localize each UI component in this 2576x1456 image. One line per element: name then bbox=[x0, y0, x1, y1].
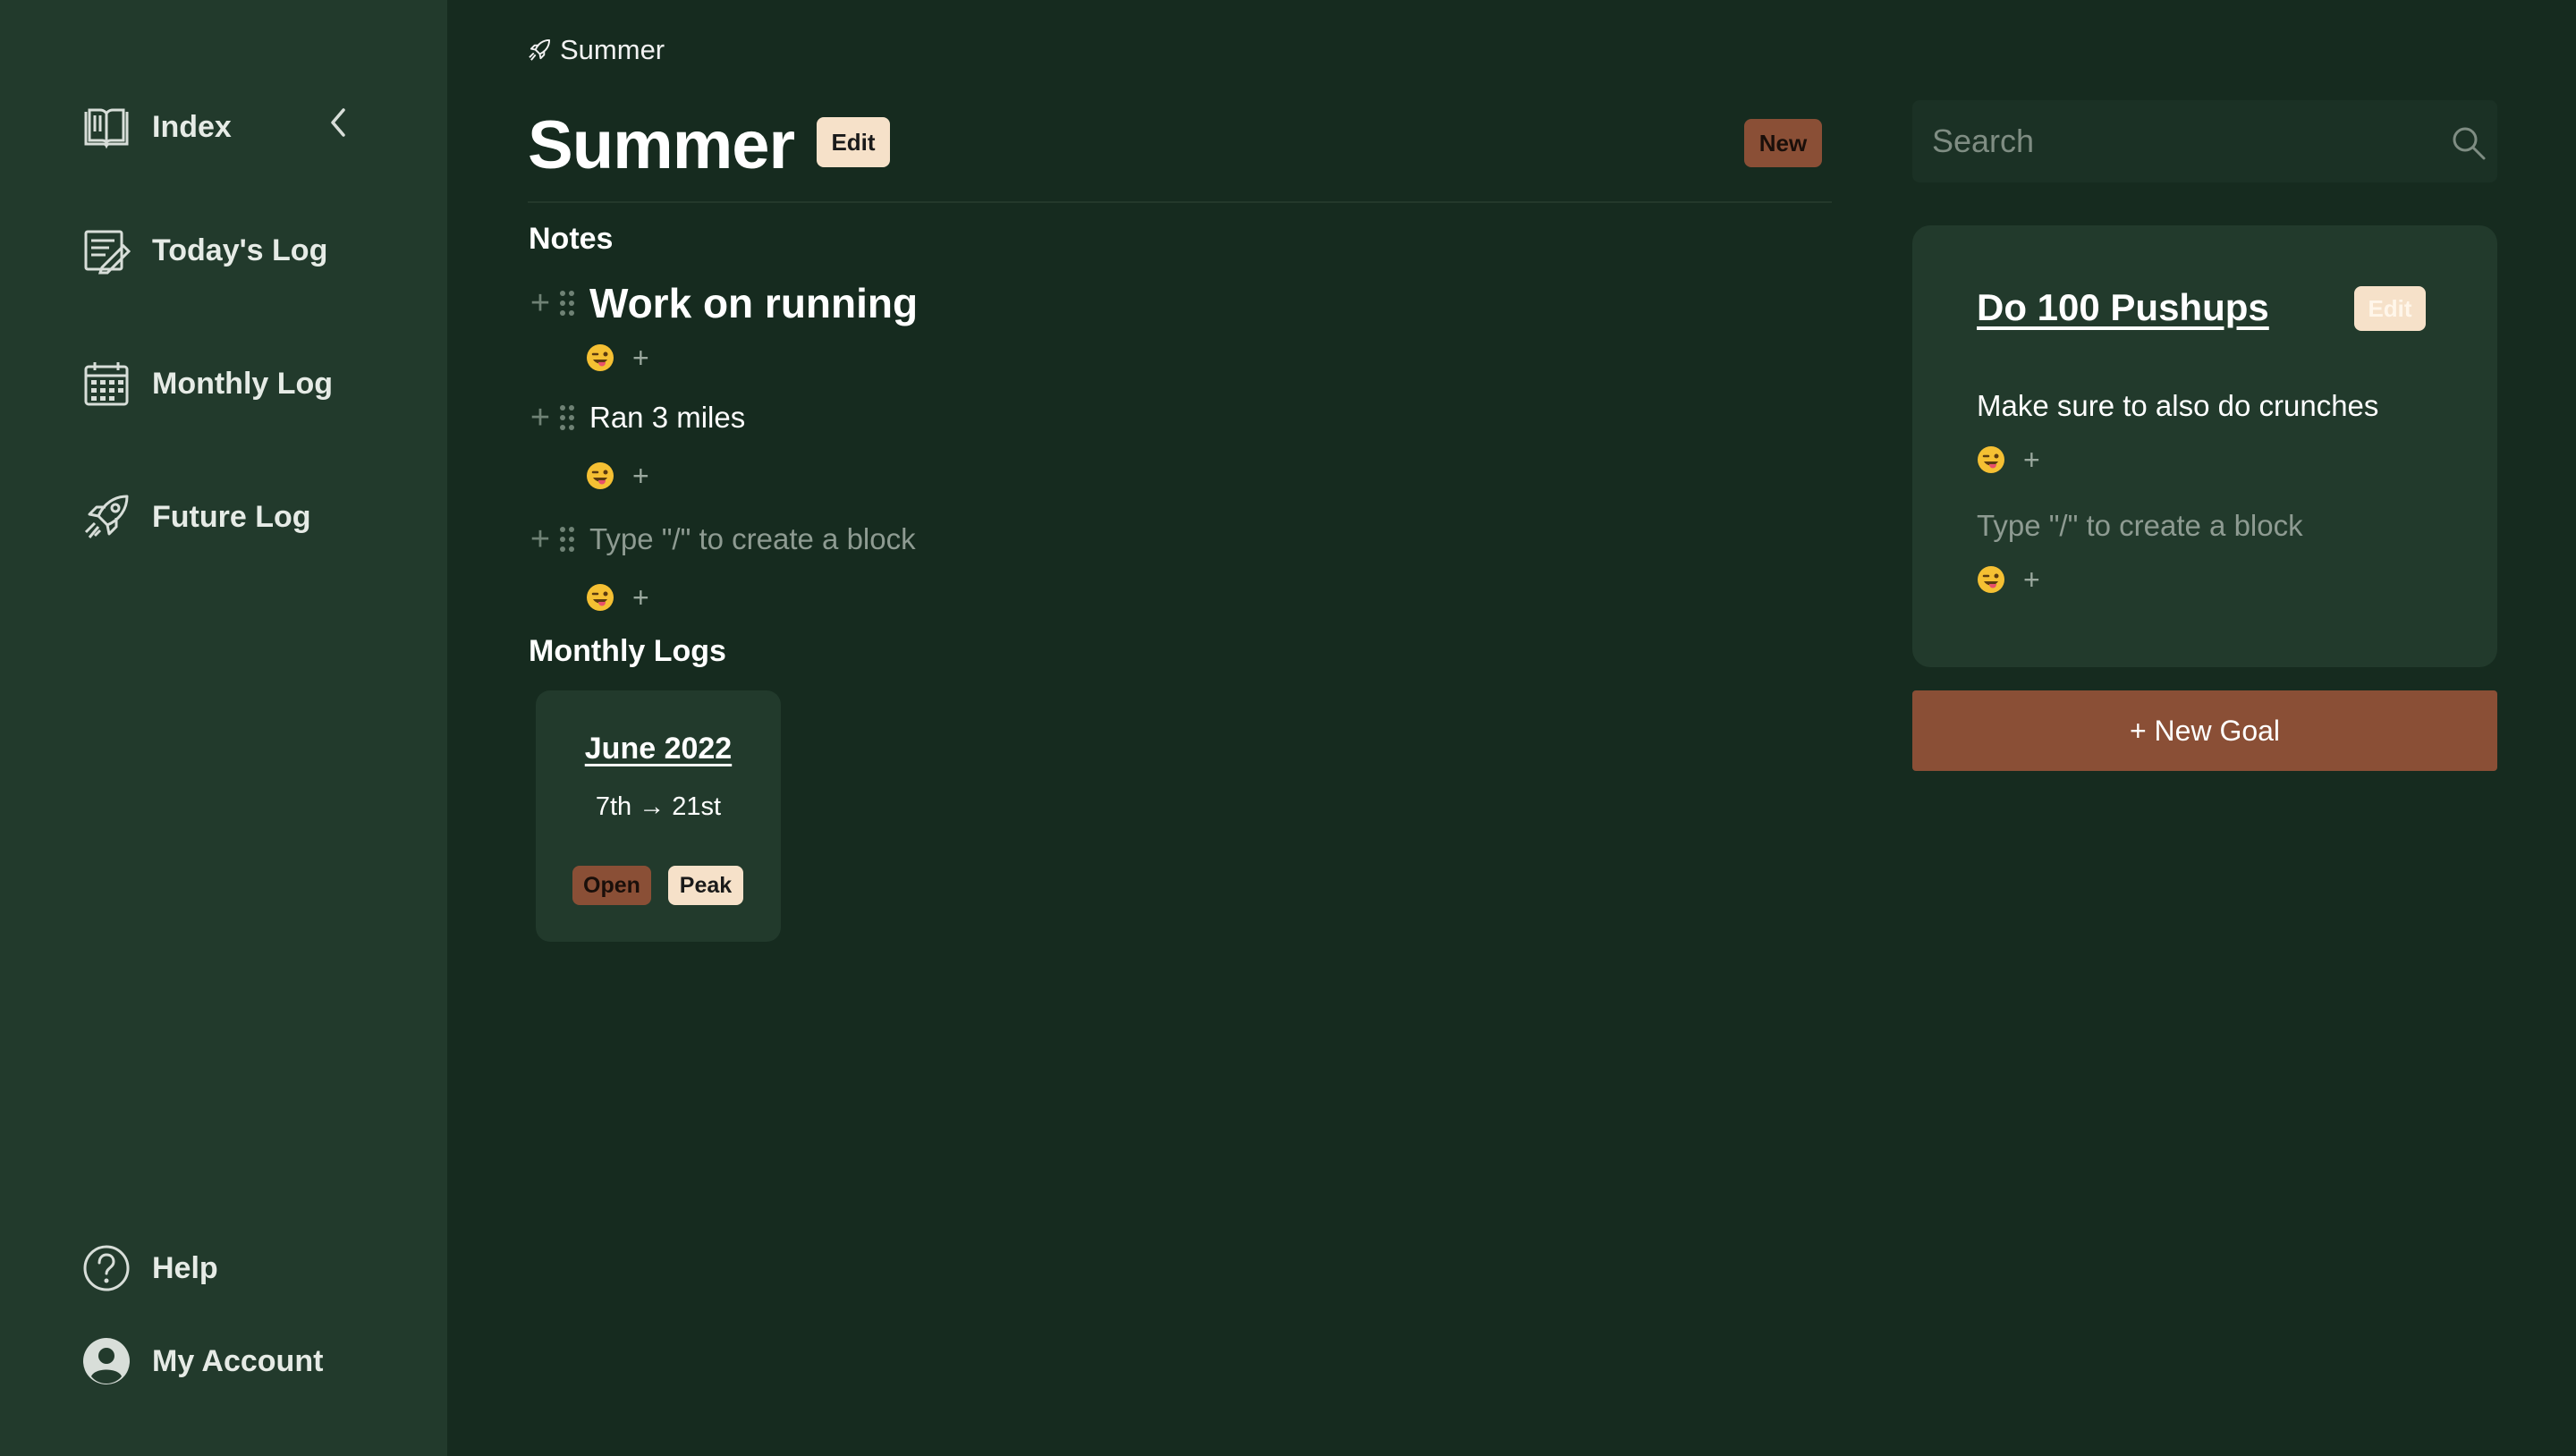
add-block-button[interactable]: + bbox=[527, 286, 554, 320]
peak-button[interactable]: Peak bbox=[668, 866, 743, 905]
sidebar-item-future-log[interactable]: Future Log bbox=[82, 490, 311, 544]
sidebar-item-label: Index bbox=[152, 109, 232, 144]
calendar-icon bbox=[82, 360, 131, 408]
sidebar-item-my-account[interactable]: My Account bbox=[82, 1334, 323, 1388]
breadcrumb-label: Summer bbox=[560, 34, 665, 65]
winking-tongue-emoji-icon[interactable] bbox=[586, 583, 614, 612]
edit-button[interactable]: Edit bbox=[817, 117, 890, 167]
note-block-text[interactable]: Ran 3 miles bbox=[589, 401, 745, 435]
drag-handle-icon[interactable] bbox=[554, 526, 580, 553]
sidebar-item-index[interactable]: Index bbox=[82, 100, 232, 154]
open-button[interactable]: Open bbox=[572, 866, 651, 905]
add-reaction-button[interactable]: + bbox=[632, 461, 649, 490]
monthly-log-date-range: 7th → 21st bbox=[595, 792, 722, 821]
new-goal-button[interactable]: + New Goal bbox=[1912, 690, 2497, 771]
new-button[interactable]: New bbox=[1744, 119, 1822, 167]
title-divider bbox=[528, 201, 1832, 203]
sidebar: Index Today's Log Monthly Log Future Log… bbox=[0, 0, 447, 1456]
user-circle-icon bbox=[82, 1337, 131, 1385]
winking-tongue-emoji-icon[interactable] bbox=[586, 343, 614, 372]
main-content: Summer Summer Edit New Notes + Work on r… bbox=[447, 0, 1834, 1456]
reaction-row: + bbox=[586, 583, 649, 612]
reaction-row: + bbox=[1977, 565, 2040, 594]
goal-block-text[interactable]: Make sure to also do crunches bbox=[1977, 389, 2378, 423]
drag-handle-icon[interactable] bbox=[554, 404, 580, 431]
add-block-button[interactable]: + bbox=[527, 401, 554, 435]
search-box bbox=[1912, 100, 2497, 182]
goal-card: Do 100 Pushups Edit Make sure to also do… bbox=[1912, 225, 2497, 667]
collapse-sidebar-button[interactable] bbox=[322, 105, 354, 140]
winking-tongue-emoji-icon[interactable] bbox=[586, 461, 614, 490]
sidebar-item-label: My Account bbox=[152, 1343, 324, 1378]
chevron-left-icon bbox=[331, 108, 345, 137]
search-icon[interactable] bbox=[2451, 125, 2487, 161]
app-window: Index Today's Log Monthly Log Future Log… bbox=[0, 0, 2576, 1456]
new-block-input[interactable]: Type "/" to create a block bbox=[589, 522, 916, 556]
monthly-logs-heading: Monthly Logs bbox=[529, 634, 726, 668]
new-goal-block-input[interactable]: Type "/" to create a block bbox=[1977, 509, 2303, 543]
add-reaction-button[interactable]: + bbox=[632, 583, 649, 612]
monthly-log-card: June 2022 7th → 21st Open Peak bbox=[536, 690, 781, 942]
sidebar-item-help[interactable]: Help bbox=[82, 1241, 218, 1295]
book-icon bbox=[82, 103, 131, 151]
note-block: + Work on running bbox=[527, 279, 918, 327]
rocket-icon bbox=[529, 38, 551, 61]
winking-tongue-emoji-icon[interactable] bbox=[1977, 565, 2005, 594]
help-circle-icon bbox=[82, 1244, 131, 1292]
monthly-log-title-link[interactable]: June 2022 bbox=[536, 732, 781, 766]
note-block: + Type "/" to create a block bbox=[527, 522, 916, 556]
sidebar-item-label: Future Log bbox=[152, 499, 311, 534]
sidebar-item-label: Today's Log bbox=[152, 233, 328, 267]
add-reaction-button[interactable]: + bbox=[2023, 445, 2040, 474]
sidebar-item-label: Monthly Log bbox=[152, 366, 334, 401]
goal-edit-button[interactable]: Edit bbox=[2354, 286, 2426, 331]
drag-handle-icon[interactable] bbox=[554, 290, 580, 317]
reaction-row: + bbox=[586, 343, 649, 372]
note-block: + Ran 3 miles bbox=[527, 401, 745, 435]
reaction-row: + bbox=[1977, 445, 2040, 474]
notebook-pen-icon bbox=[82, 226, 131, 275]
note-block-text[interactable]: Work on running bbox=[589, 279, 918, 327]
sidebar-item-label: Help bbox=[152, 1250, 218, 1285]
reaction-row: + bbox=[586, 461, 649, 490]
breadcrumb[interactable]: Summer bbox=[528, 34, 665, 66]
rocket-icon bbox=[82, 493, 131, 541]
notes-heading: Notes bbox=[529, 222, 614, 256]
add-reaction-button[interactable]: + bbox=[632, 343, 649, 372]
sidebar-item-monthly-log[interactable]: Monthly Log bbox=[82, 357, 333, 411]
add-block-button[interactable]: + bbox=[527, 522, 554, 556]
page-title: Summer bbox=[528, 107, 795, 183]
goal-title-link[interactable]: Do 100 Pushups bbox=[1977, 286, 2269, 329]
add-reaction-button[interactable]: + bbox=[2023, 565, 2040, 594]
search-input[interactable] bbox=[1930, 100, 2431, 182]
sidebar-item-todays-log[interactable]: Today's Log bbox=[82, 224, 327, 277]
winking-tongue-emoji-icon[interactable] bbox=[1977, 445, 2005, 474]
